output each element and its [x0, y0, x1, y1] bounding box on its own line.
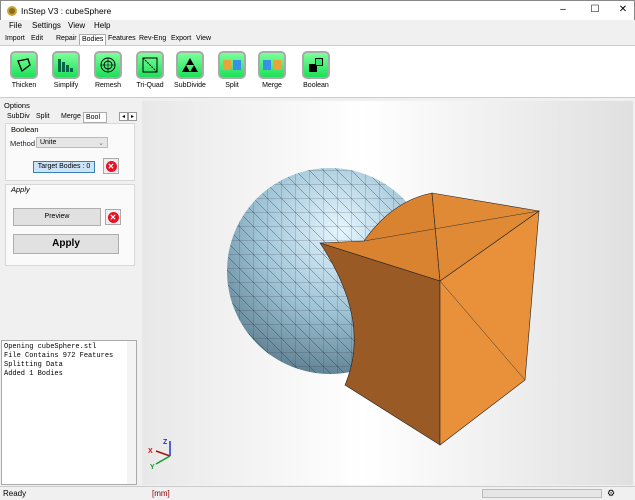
- subdivide-button[interactable]: SubDivide: [170, 51, 210, 89]
- axis-z-label: Z: [163, 439, 168, 446]
- boolean-button[interactable]: Boolean: [296, 51, 336, 89]
- log-line: Added 1 Bodies: [4, 370, 63, 378]
- method-value: Unite: [40, 139, 57, 146]
- tab-scroll-right[interactable]: ▸: [128, 112, 137, 121]
- tool-label: Boolean: [303, 82, 329, 89]
- units-label: [mm]: [152, 489, 170, 498]
- tab-export[interactable]: Export: [169, 34, 193, 45]
- options-title: Options: [4, 101, 30, 110]
- chevron-down-icon: ⌄: [98, 140, 104, 147]
- clear-targets-button[interactable]: ✕: [103, 158, 119, 174]
- tool-label: Remesh: [94, 82, 122, 89]
- app-icon: [7, 6, 17, 16]
- thicken-button[interactable]: Thicken: [4, 51, 44, 89]
- tab-merge[interactable]: Merge: [59, 112, 83, 123]
- minimize-button[interactable]: –: [553, 4, 573, 18]
- menu-file[interactable]: File: [9, 21, 22, 30]
- tool-label: Tri-Quad: [136, 82, 164, 89]
- tri-quad-button[interactable]: Tri-Quad: [130, 51, 170, 89]
- axis-x-label: X: [148, 448, 153, 455]
- target-bodies-button[interactable]: Target Bodies : 0: [33, 161, 95, 173]
- tab-edit[interactable]: Edit: [29, 34, 45, 45]
- tab-features[interactable]: Features: [106, 34, 138, 45]
- menu-settings[interactable]: Settings: [32, 21, 61, 30]
- apply-button[interactable]: Apply: [13, 234, 119, 254]
- log-line: Splitting Data: [4, 361, 63, 369]
- tool-label: Simplify: [53, 82, 79, 89]
- log-output: Opening cubeSphere.stl File Contains 972 …: [1, 340, 137, 485]
- boolean-group-title: Boolean: [11, 125, 39, 134]
- axis-y-label: Y: [150, 464, 155, 471]
- tri-quad-icon: [136, 51, 164, 79]
- simplify-icon: [52, 51, 80, 79]
- remesh-icon: [94, 51, 122, 79]
- split-button[interactable]: Split: [212, 51, 252, 89]
- gear-icon[interactable]: ⚙: [607, 488, 615, 499]
- tab-subdiv[interactable]: SubDiv: [5, 112, 32, 123]
- progress-bar: [482, 489, 602, 498]
- 3d-viewport[interactable]: Z X Y: [142, 101, 633, 485]
- merge-button[interactable]: Merge: [252, 51, 292, 89]
- tab-bodies[interactable]: Bodies: [79, 34, 107, 45]
- close-button[interactable]: ✕: [613, 4, 633, 18]
- axis-triad: Z X Y: [148, 439, 171, 471]
- title-bar: InStep V3 : cubeSphere – ☐ ✕: [0, 0, 635, 20]
- split-icon: [218, 51, 246, 79]
- tab-split[interactable]: Split: [34, 112, 52, 123]
- menu-bar: File Settings View Help: [0, 20, 635, 33]
- boolean-icon: [302, 51, 330, 79]
- status-text: Ready: [3, 489, 27, 498]
- tab-scroll-left[interactable]: ◂: [119, 112, 128, 121]
- simplify-button[interactable]: Simplify: [46, 51, 86, 89]
- close-icon: ✕: [105, 160, 117, 172]
- tool-label: SubDivide: [174, 82, 206, 89]
- remesh-button[interactable]: Remesh: [88, 51, 128, 89]
- window-title: InStep V3 : cubeSphere: [21, 6, 112, 16]
- thicken-icon: [10, 51, 38, 79]
- tool-label: Thicken: [11, 82, 37, 89]
- preview-button[interactable]: Preview: [13, 208, 101, 226]
- ribbon-tabs: Import Edit Repair Bodies Features Rev-E…: [0, 33, 635, 45]
- method-select[interactable]: Unite ⌄: [36, 137, 108, 148]
- tab-repair[interactable]: Repair: [54, 34, 79, 45]
- apply-group-title: Apply: [11, 185, 30, 194]
- maximize-button[interactable]: ☐: [585, 4, 605, 18]
- tool-label: Merge: [262, 82, 282, 89]
- tab-bool[interactable]: Bool: [83, 112, 107, 123]
- log-line: Opening cubeSphere.stl: [4, 343, 97, 351]
- tab-view[interactable]: View: [194, 34, 213, 45]
- model-view: Z X Y: [148, 168, 540, 471]
- tab-rev-eng[interactable]: Rev-Eng: [137, 34, 168, 45]
- toolbar: Thicken Simplify Remesh Tri-Quad SubDivi…: [0, 45, 635, 98]
- menu-help[interactable]: Help: [94, 21, 110, 30]
- menu-view[interactable]: View: [68, 21, 85, 30]
- status-bar: Ready [mm] ⚙: [0, 486, 635, 500]
- log-scrollbar[interactable]: [127, 341, 136, 484]
- merge-icon: [258, 51, 286, 79]
- close-icon: ✕: [107, 211, 119, 223]
- cancel-preview-button[interactable]: ✕: [105, 209, 121, 225]
- tab-import[interactable]: Import: [3, 34, 27, 45]
- log-line: File Contains 972 Features: [4, 352, 114, 360]
- method-label: Method: [10, 139, 36, 148]
- tool-label: Split: [225, 82, 239, 89]
- subdivide-icon: [176, 51, 204, 79]
